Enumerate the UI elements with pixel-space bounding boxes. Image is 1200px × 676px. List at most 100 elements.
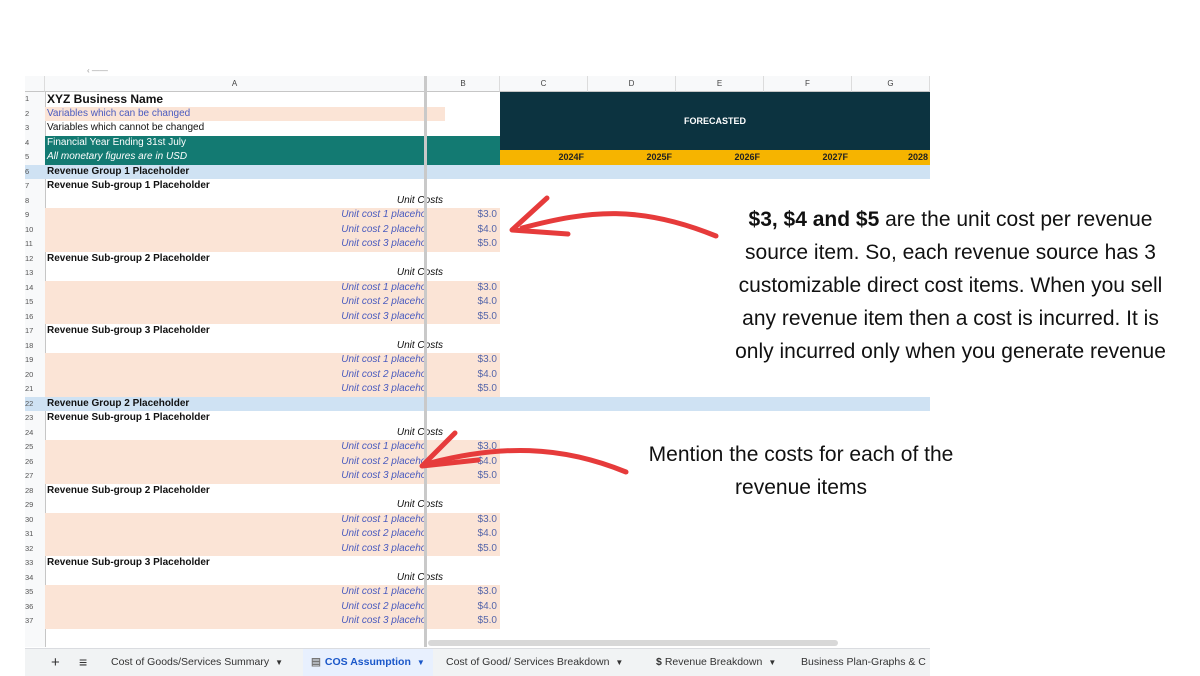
cell-a[interactable]: Unit Costs — [45, 498, 445, 513]
cell-b[interactable]: $3.0 — [427, 280, 500, 295]
row-number[interactable]: 11 — [25, 237, 39, 252]
row-number[interactable]: 18 — [25, 339, 39, 354]
row-number[interactable]: 27 — [25, 469, 39, 484]
cell-b[interactable]: $5.0 — [427, 382, 500, 397]
row-number[interactable]: 1 — [25, 92, 39, 107]
row-number[interactable]: 33 — [25, 556, 39, 571]
row-number[interactable]: 12 — [25, 252, 39, 267]
tab-revenue-breakdown[interactable]: $ Revenue Breakdown ▼ — [656, 649, 776, 676]
cell-b[interactable]: $4.0 — [427, 527, 500, 542]
cell-b[interactable]: $5.0 — [427, 309, 500, 324]
row-number[interactable]: 5 — [25, 150, 39, 165]
row-number[interactable]: 2 — [25, 107, 39, 122]
row-number[interactable]: 6 — [25, 165, 39, 180]
row-number[interactable]: 21 — [25, 382, 39, 397]
cell-b[interactable] — [427, 571, 500, 586]
row-number[interactable]: 17 — [25, 324, 39, 339]
cell-b[interactable]: $5.0 — [427, 614, 500, 629]
cell-b[interactable] — [427, 266, 500, 281]
cell-b[interactable] — [427, 107, 500, 122]
column-header-g[interactable]: G — [852, 76, 930, 92]
cell-a[interactable]: Unit cost 3 placeholder — [45, 309, 445, 324]
cell-a[interactable]: Variables which can be changed — [45, 106, 445, 121]
row-number[interactable]: 28 — [25, 484, 39, 499]
cell-b[interactable] — [427, 324, 500, 339]
row-number[interactable]: 26 — [25, 455, 39, 470]
cell-b[interactable]: $5.0 — [427, 469, 500, 484]
cell-a[interactable]: Variables which cannot be changed — [45, 121, 445, 136]
cell-b[interactable]: $5.0 — [427, 541, 500, 556]
cell-a[interactable]: Revenue Sub-group 2 Placeholder — [45, 252, 445, 267]
cell-b[interactable] — [427, 179, 500, 194]
row-number[interactable]: 14 — [25, 281, 39, 296]
row-number[interactable]: 32 — [25, 542, 39, 557]
cell-a[interactable]: Revenue Sub-group 3 Placeholder — [45, 556, 445, 571]
row-number[interactable]: 19 — [25, 353, 39, 368]
cell-b[interactable] — [427, 484, 500, 499]
row-number[interactable]: 23 — [25, 411, 39, 426]
cell-a[interactable]: Revenue Sub-group 1 Placeholder — [45, 179, 445, 194]
cell-a[interactable]: Unit Costs — [45, 571, 445, 586]
cell-a[interactable]: Revenue Sub-group 3 Placeholder — [45, 324, 445, 339]
row-number[interactable]: 30 — [25, 513, 39, 528]
cell-b[interactable] — [427, 135, 500, 150]
cell-b[interactable]: $3.0 — [427, 512, 500, 527]
cell-b[interactable] — [427, 339, 500, 354]
cell-a[interactable]: Unit cost 2 placeholder — [45, 599, 445, 614]
row-number[interactable]: 13 — [25, 266, 39, 281]
cell-a[interactable]: Unit cost 1 placeholder — [45, 353, 445, 368]
cell-a[interactable]: Unit Costs — [45, 339, 445, 354]
row-number[interactable]: 20 — [25, 368, 39, 383]
row-number[interactable]: 4 — [25, 136, 39, 151]
cell-b[interactable] — [427, 252, 500, 267]
chevron-down-icon[interactable]: ▼ — [417, 658, 425, 667]
column-header-e[interactable]: E — [676, 76, 764, 92]
cell-a[interactable]: Unit cost 3 placeholder — [45, 237, 445, 252]
column-header-c[interactable]: C — [500, 76, 588, 92]
cell-a[interactable]: Revenue Group 2 Placeholder — [45, 396, 445, 411]
cell-b[interactable]: $4.0 — [427, 454, 500, 469]
chevron-down-icon[interactable]: ▼ — [768, 658, 776, 667]
cell-b[interactable]: $3.0 — [427, 208, 500, 223]
row-number[interactable]: 15 — [25, 295, 39, 310]
cell-a[interactable]: Revenue Sub-group 1 Placeholder — [45, 411, 445, 426]
tab-business-plan[interactable]: Business Plan-Graphs & C — [801, 649, 926, 676]
row-number[interactable]: 10 — [25, 223, 39, 238]
frozen-column-divider[interactable] — [424, 76, 427, 647]
cell-a[interactable]: Unit cost 1 placeholder — [45, 280, 445, 295]
row-number[interactable]: 31 — [25, 527, 39, 542]
cell-b[interactable] — [427, 150, 500, 165]
cell-b[interactable] — [427, 498, 500, 513]
row-number[interactable]: 9 — [25, 208, 39, 223]
cell-a[interactable]: Unit cost 3 placeholder — [45, 614, 445, 629]
row-number[interactable]: 34 — [25, 571, 39, 586]
row-number[interactable]: 22 — [25, 397, 39, 412]
cell-b[interactable] — [427, 411, 500, 426]
chevron-down-icon[interactable]: ▼ — [275, 658, 283, 667]
cell-b[interactable]: $3.0 — [427, 353, 500, 368]
cell-a[interactable]: Unit cost 3 placeholder — [45, 469, 445, 484]
column-header-f[interactable]: F — [764, 76, 852, 92]
cell-b[interactable] — [427, 92, 500, 107]
cell-a[interactable]: Unit cost 2 placeholder — [45, 527, 445, 542]
row-number[interactable]: 8 — [25, 194, 39, 209]
cell-b[interactable]: $3.0 — [427, 585, 500, 600]
cell-a[interactable]: Unit cost 3 placeholder — [45, 541, 445, 556]
row-number[interactable]: 16 — [25, 310, 39, 325]
cell-b[interactable] — [427, 164, 500, 179]
cell-b[interactable]: $4.0 — [427, 367, 500, 382]
row-number[interactable]: 36 — [25, 600, 39, 615]
tab-cost-summary[interactable]: Cost of Goods/Services Summary ▼ — [111, 649, 283, 676]
cell-a[interactable]: Unit cost 1 placeholder — [45, 585, 445, 600]
cell-b[interactable]: $5.0 — [427, 237, 500, 252]
cell-a[interactable]: Unit cost 2 placeholder — [45, 295, 445, 310]
column-header-d[interactable]: D — [588, 76, 676, 92]
cell-a[interactable]: Unit Costs — [45, 266, 445, 281]
cell-b[interactable]: $4.0 — [427, 295, 500, 310]
horizontal-scrollbar[interactable] — [428, 640, 838, 646]
column-header-b[interactable]: B — [427, 76, 500, 92]
cell-a[interactable]: Unit Costs — [45, 426, 445, 441]
cell-b[interactable] — [427, 556, 500, 571]
cell-a[interactable]: Unit Costs — [45, 194, 445, 209]
row-number[interactable]: 35 — [25, 585, 39, 600]
